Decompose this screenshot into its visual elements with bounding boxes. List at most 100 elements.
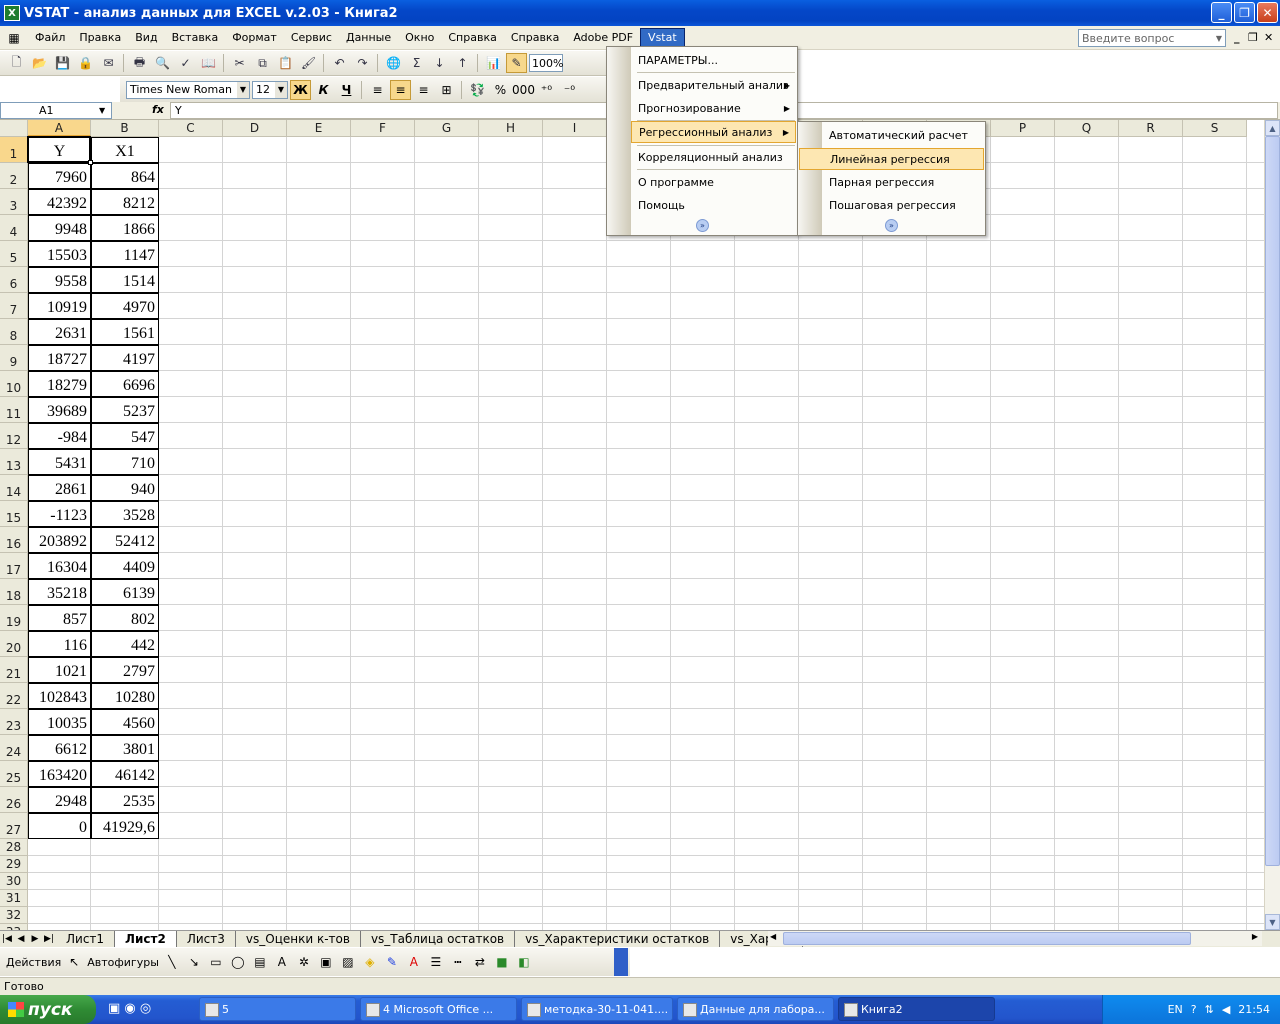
scroll-right-icon[interactable]: ▶ (1252, 932, 1258, 941)
menu-window[interactable]: Окно (398, 28, 441, 48)
table-cell[interactable]: 9558 (28, 267, 91, 293)
row-header[interactable]: 16 (0, 527, 28, 553)
table-cell[interactable]: 1021 (28, 657, 91, 683)
vertical-scrollbar[interactable]: ▲ ▼ (1264, 120, 1280, 930)
menu-vstat[interactable]: Vstat (640, 27, 685, 48)
expand-menu-icon[interactable]: » (885, 219, 898, 232)
table-cell[interactable]: 857 (28, 605, 91, 631)
table-cell[interactable]: -984 (28, 423, 91, 449)
table-cell[interactable]: 547 (91, 423, 159, 449)
row-header[interactable]: 1 (0, 137, 28, 163)
row-header[interactable]: 12 (0, 423, 28, 449)
horizontal-scrollbar[interactable]: ◀ ▶ (768, 931, 1262, 946)
spelling-icon[interactable]: ✓ (175, 53, 196, 73)
task-book2[interactable]: Книга2 (838, 997, 995, 1021)
font-name-select[interactable]: Times New Roman ▼ (126, 80, 250, 99)
table-cell[interactable]: 6612 (28, 735, 91, 761)
table-cell[interactable]: 42392 (28, 189, 91, 215)
column-header[interactable]: H (479, 120, 543, 137)
print-icon[interactable]: 🖶 (129, 53, 150, 73)
table-header-cell[interactable]: X1 (91, 137, 159, 163)
new-icon[interactable]: 🗋 (6, 53, 27, 73)
fill-handle[interactable] (88, 160, 93, 165)
row-header[interactable]: 13 (0, 449, 28, 475)
row-header[interactable]: 3 (0, 189, 28, 215)
decrease-decimal-icon[interactable]: ⁻⁰ (559, 80, 580, 100)
oval-icon[interactable]: ◯ (229, 955, 247, 969)
sheet-tab-3[interactable]: Лист3 (176, 931, 236, 947)
row-header[interactable]: 23 (0, 709, 28, 735)
task-folder[interactable]: 5 (199, 997, 356, 1021)
permission-icon[interactable]: 🔒 (75, 53, 96, 73)
percent-icon[interactable]: % (490, 80, 511, 100)
row-header[interactable]: 28 (0, 839, 28, 856)
submenu-stepwise-regression[interactable]: Пошаговая регрессия (822, 194, 984, 216)
row-header[interactable]: 2 (0, 163, 28, 189)
table-cell[interactable]: 4197 (91, 345, 159, 371)
workbook-icon[interactable]: ▦ (0, 31, 28, 45)
chevron-down-icon[interactable]: ▼ (237, 81, 249, 98)
open-icon[interactable]: 📂 (29, 53, 50, 73)
spreadsheet-grid[interactable]: ABCDEFGHIJKLMNOPQRS123456789101112131415… (0, 120, 1264, 930)
table-cell[interactable]: 0 (28, 813, 91, 839)
menu-help-2[interactable]: Справка (504, 28, 566, 48)
row-header[interactable]: 31 (0, 890, 28, 907)
sort-ascending-icon[interactable]: ↓ (429, 53, 450, 73)
volume-icon[interactable]: ◀ (1222, 1003, 1230, 1016)
table-cell[interactable]: 1561 (91, 319, 159, 345)
table-cell[interactable]: 6139 (91, 579, 159, 605)
paste-icon[interactable]: 📋 (275, 53, 296, 73)
arrow-icon[interactable]: ↘ (185, 955, 203, 969)
table-cell[interactable]: 35218 (28, 579, 91, 605)
column-header[interactable]: C (159, 120, 223, 137)
column-header[interactable]: I (543, 120, 607, 137)
table-cell[interactable]: 10280 (91, 683, 159, 709)
chart-wizard-icon[interactable]: 📊 (483, 53, 504, 73)
table-cell[interactable]: 39689 (28, 397, 91, 423)
table-cell[interactable]: 9948 (28, 215, 91, 241)
diagram-icon[interactable]: ✲ (295, 955, 313, 969)
scroll-down-icon[interactable]: ▼ (1265, 914, 1280, 930)
arrow-style-icon[interactable]: ⇄ (471, 955, 489, 969)
wordart-icon[interactable]: A (273, 955, 291, 969)
merge-center-icon[interactable]: ⊞ (436, 80, 457, 100)
menu-forecasting[interactable]: Прогнозирование ▶ (631, 97, 796, 119)
table-cell[interactable]: 18727 (28, 345, 91, 371)
align-left-icon[interactable]: ≡ (367, 80, 388, 100)
table-cell[interactable]: 5431 (28, 449, 91, 475)
line-icon[interactable]: ╲ (163, 955, 181, 969)
sheet-tab-residual-characteristics[interactable]: vs_Характеристики остатков (515, 931, 721, 947)
sheet-tab-coefficients[interactable]: vs_Оценки к-тов (235, 931, 361, 947)
autosum-icon[interactable]: Σ (406, 53, 427, 73)
menu-tools[interactable]: Сервис (284, 28, 339, 48)
sheet-tab-1[interactable]: Лист1 (56, 931, 116, 947)
submenu-automatic-calc[interactable]: Автоматический расчет (822, 124, 984, 146)
align-right-icon[interactable]: ≡ (413, 80, 434, 100)
column-header[interactable]: A (28, 120, 91, 137)
row-header[interactable]: 8 (0, 319, 28, 345)
column-header[interactable]: E (287, 120, 351, 137)
column-header[interactable]: Q (1055, 120, 1119, 137)
menu-data[interactable]: Данные (339, 28, 398, 48)
scroll-up-icon[interactable]: ▲ (1265, 120, 1280, 136)
textbox-icon[interactable]: ▤ (251, 955, 269, 969)
drawing-icon[interactable]: ✎ (506, 53, 527, 73)
row-header[interactable]: 4 (0, 215, 28, 241)
doc-restore-button[interactable]: ❐ (1248, 31, 1258, 44)
row-header[interactable]: 21 (0, 657, 28, 683)
menu-edit[interactable]: Правка (72, 28, 128, 48)
table-cell[interactable]: 7960 (28, 163, 91, 189)
network-icon[interactable]: ⇅ (1205, 1003, 1214, 1016)
italic-button[interactable]: К (313, 80, 334, 100)
menu-view[interactable]: Вид (128, 28, 164, 48)
table-cell[interactable]: 163420 (28, 761, 91, 787)
table-header-cell[interactable]: Y (28, 137, 91, 163)
submenu-pair-regression[interactable]: Парная регрессия (822, 171, 984, 193)
sheet-tab-2[interactable]: Лист2 (115, 931, 177, 947)
close-button[interactable]: ✕ (1257, 2, 1278, 23)
expand-menu-icon[interactable]: » (696, 219, 709, 232)
toolbar-options-icon[interactable] (614, 948, 628, 976)
table-cell[interactable]: 5237 (91, 397, 159, 423)
task-office[interactable]: 4 Microsoft Office ... (360, 997, 517, 1021)
row-header[interactable]: 20 (0, 631, 28, 657)
